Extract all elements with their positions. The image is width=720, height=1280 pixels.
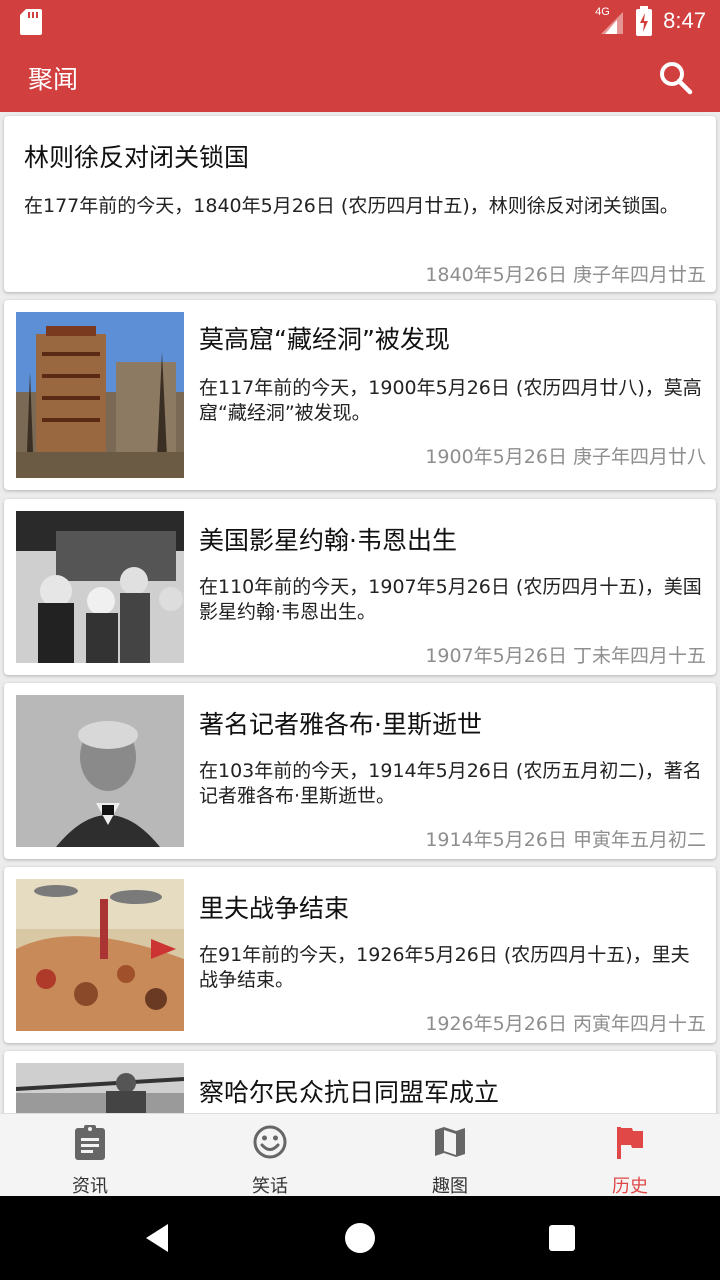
recents-icon[interactable] [542,1218,582,1258]
article-date: 1926年5月26日 丙寅年四月十五 [425,1013,706,1035]
article-title: 林则徐反对闭关锁国 [24,143,250,172]
bottom-navigation: 资讯 笑话 趣图 历史 [0,1113,720,1197]
tab-jokes[interactable]: 笑话 [180,1114,360,1197]
sd-card-icon [20,9,42,35]
list-item[interactable]: 美国影星约翰·韦恩出生 在110年前的今天，1907年5月26日 (农历四月十五… [4,499,716,675]
search-icon[interactable] [656,58,696,98]
article-thumbnail [16,695,184,847]
list-item[interactable]: 著名记者雅各布·里斯逝世 在103年前的今天，1914年5月26日 (农历五月初… [4,683,716,859]
list-item[interactable]: 莫高窟“藏经洞”被发现 在117年前的今天，1900年5月26日 (农历四月廿八… [4,300,716,490]
app-title: 聚闻 [28,65,79,94]
article-title: 著名记者雅各布·里斯逝世 [199,710,482,739]
home-icon[interactable] [340,1218,380,1258]
article-thumbnail [16,312,184,478]
tab-news[interactable]: 资讯 [0,1114,180,1197]
article-summary: 在91年前的今天，1926年5月26日 (农历四月十五)，里夫战争结束。 [199,944,690,991]
article-date: 1907年5月26日 丁未年四月十五 [425,645,706,667]
tab-news-label: 资讯 [72,1176,108,1197]
back-icon[interactable] [138,1218,178,1258]
tab-history[interactable]: 历史 [540,1114,720,1197]
tab-pictures[interactable]: 趣图 [360,1114,540,1197]
article-thumbnail [16,511,184,663]
article-date: 1840年5月26日 庚子年四月廿五 [425,264,706,286]
status-bar: 4G 8:47 [0,0,720,44]
list-item[interactable]: 林则徐反对闭关锁国 在177年前的今天，1840年5月26日 (农历四月廿五)，… [4,116,716,292]
article-summary: 在103年前的今天，1914年5月26日 (农历五月初二)，著名记者雅各布·里斯… [199,760,702,807]
article-title: 美国影星约翰·韦恩出生 [199,526,457,555]
app-bar: 聚闻 [0,44,720,112]
article-thumbnail [16,1063,184,1113]
signal-icon: 4G [595,6,625,36]
article-summary: 在110年前的今天，1907年5月26日 (农历四月十五)，美国影星约翰·韦恩出… [199,576,702,623]
battery-charging-icon [636,6,653,36]
article-summary: 在177年前的今天，1840年5月26日 (农历四月廿五)，林则徐反对闭关锁国。 [24,195,679,217]
list-item[interactable]: 察哈尔民众抗日同盟军成立 [4,1051,716,1113]
system-navigation-bar [0,1196,720,1280]
tab-pictures-label: 趣图 [432,1176,468,1197]
article-title: 察哈尔民众抗日同盟军成立 [199,1078,500,1107]
history-list[interactable]: 林则徐反对闭关锁国 在177年前的今天，1840年5月26日 (农历四月廿五)，… [0,112,720,1113]
tab-history-label: 历史 [612,1176,648,1197]
article-summary: 在117年前的今天，1900年5月26日 (农历四月廿八)，莫高窟“藏经洞”被发… [199,377,702,424]
map-icon [435,1127,465,1157]
smiley-icon [253,1125,287,1159]
status-time: 8:47 [663,8,706,33]
clipboard-icon [75,1125,105,1160]
article-title: 莫高窟“藏经洞”被发现 [199,325,450,354]
article-date: 1900年5月26日 庚子年四月廿八 [425,446,706,468]
article-date: 1914年5月26日 甲寅年五月初二 [425,829,706,851]
list-item[interactable]: 里夫战争结束 在91年前的今天，1926年5月26日 (农历四月十五)，里夫战争… [4,867,716,1043]
article-title: 里夫战争结束 [199,894,350,923]
article-thumbnail [16,879,184,1031]
tab-jokes-label: 笑话 [252,1176,288,1197]
flag-icon [617,1127,643,1159]
